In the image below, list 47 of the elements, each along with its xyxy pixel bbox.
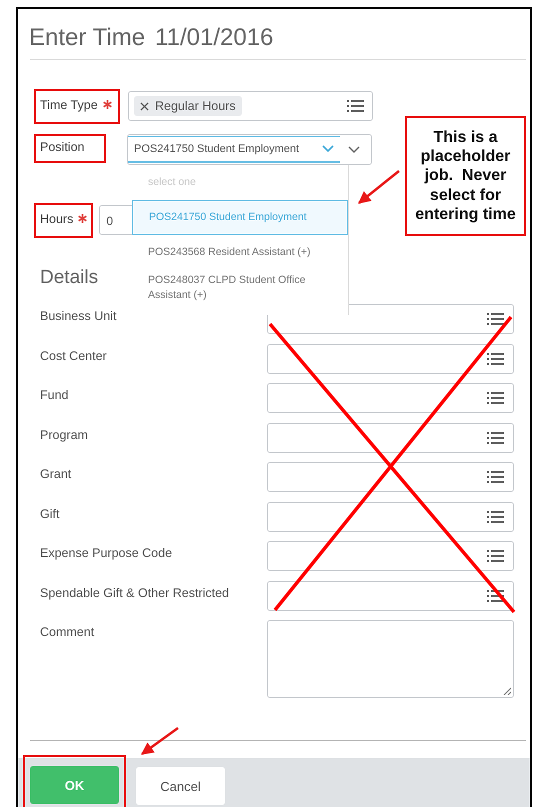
field-label: Grant	[40, 466, 72, 483]
prompt-field[interactable]	[267, 383, 514, 413]
position-select[interactable]: POS241750 Student Employment	[127, 134, 372, 165]
time-type-field[interactable]: Regular Hours	[128, 91, 373, 121]
remove-icon[interactable]	[140, 102, 149, 110]
field-label: Expense Purpose Code	[40, 545, 174, 562]
list-icon[interactable]	[487, 432, 504, 444]
callout-box: This is a placeholder job. Never select for entering time	[405, 116, 526, 236]
chevron-down-icon[interactable]	[322, 145, 334, 153]
prompt-field[interactable]	[267, 502, 514, 532]
select-value: POS241750 Student Employment	[134, 143, 300, 155]
dialog-date: 11/01/2016	[155, 24, 274, 52]
dialog-title: Enter Time	[29, 24, 146, 52]
field-label: Spendable Gift & Other Restricted	[40, 584, 230, 602]
cancel-button[interactable]: Cancel	[136, 767, 225, 805]
selected-tag[interactable]: Regular Hours	[134, 96, 242, 116]
dropdown-option[interactable]: POS248037 CLPD Student Office Assistant (+)	[132, 270, 348, 305]
prompt-field[interactable]	[267, 580, 514, 610]
field-label: Comment	[40, 624, 96, 641]
list-icon[interactable]	[487, 550, 504, 563]
field-label: Program	[40, 426, 89, 444]
list-icon[interactable]	[347, 100, 364, 112]
tag-text: Regular Hours	[155, 99, 236, 113]
list-icon[interactable]	[487, 590, 504, 602]
prompt-field[interactable]	[267, 462, 514, 492]
hours-input[interactable]: 0	[99, 205, 134, 235]
field-label: Gift	[40, 506, 60, 522]
list-icon[interactable]	[487, 510, 504, 524]
list-icon[interactable]	[487, 313, 504, 326]
field-label: Business Unit	[40, 308, 118, 325]
dropdown-option[interactable]: POS243568 Resident Assistant (+)	[132, 235, 348, 270]
prompt-field[interactable]	[267, 422, 514, 452]
resize-grip-icon[interactable]	[503, 687, 511, 695]
list-icon[interactable]	[487, 392, 504, 405]
prompt-field[interactable]	[267, 344, 514, 374]
field-label: Cost Center	[40, 348, 108, 364]
field-label: Time Type	[40, 98, 98, 112]
list-icon[interactable]	[487, 352, 504, 366]
prompt-field[interactable]	[267, 541, 514, 571]
arrow	[140, 726, 179, 756]
field-label: Fund	[40, 387, 70, 404]
list-icon[interactable]	[487, 471, 504, 484]
section-heading: Details	[40, 267, 98, 289]
field-label: Position	[40, 140, 84, 154]
field-label: Hours	[40, 212, 74, 226]
chevron-down-icon[interactable]	[348, 146, 360, 154]
arrow	[358, 170, 400, 204]
